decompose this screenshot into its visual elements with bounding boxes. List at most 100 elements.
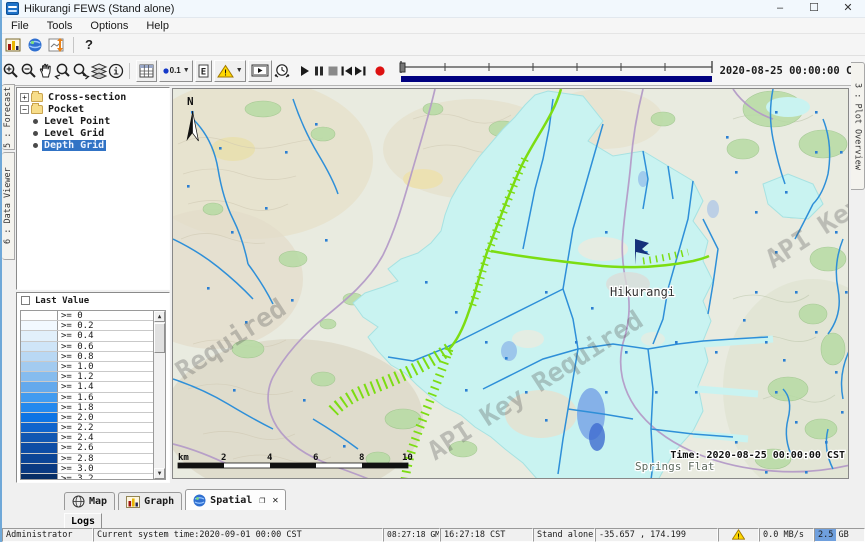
tab-plot-overview[interactable]: 3 : Plot Overview bbox=[851, 62, 865, 190]
stop-button[interactable] bbox=[326, 61, 340, 81]
timeline-date: 2020-08-25 00:00:00 CST bbox=[720, 65, 865, 77]
tree-node-level-grid[interactable]: Level Grid bbox=[19, 127, 169, 139]
chevron-down-icon: ▼ bbox=[236, 67, 243, 74]
warning-icon: ! bbox=[732, 529, 745, 540]
status-bar: Administrator Current system time:2020-0… bbox=[2, 528, 865, 542]
status-warning-cell[interactable]: ! bbox=[718, 528, 759, 542]
bullet-icon bbox=[33, 131, 38, 136]
menu-tools[interactable]: Tools bbox=[38, 20, 82, 32]
point-size-value: 0.1 bbox=[170, 66, 181, 75]
maximize-button[interactable]: ☐ bbox=[797, 0, 831, 17]
collapse-icon[interactable]: − bbox=[20, 105, 29, 114]
menu-file[interactable]: File bbox=[2, 20, 38, 32]
title-bar: Hikurangi FEWS (Stand alone) – ☐ ✕ bbox=[2, 0, 865, 18]
map-toolbar: i 0.1 ▼ E ! ▼ bbox=[2, 56, 865, 86]
globe-icon bbox=[193, 494, 206, 507]
timeline-period-bar bbox=[401, 76, 712, 82]
record-button[interactable] bbox=[373, 61, 387, 81]
legend-row: >= 2.6 bbox=[21, 443, 153, 453]
tab-maximize-icon[interactable]: ❐ bbox=[259, 495, 265, 506]
svg-text:6: 6 bbox=[313, 453, 318, 463]
tree-node-cross-section[interactable]: + Cross-section bbox=[19, 91, 169, 103]
tree-node-depth-grid[interactable]: Depth Grid bbox=[19, 139, 169, 151]
scroll-thumb[interactable] bbox=[154, 323, 165, 353]
legend-row: >= 0.4 bbox=[21, 331, 153, 341]
legend-row: >= 3.2 bbox=[21, 474, 153, 480]
legend-row: >= 2.8 bbox=[21, 454, 153, 464]
status-download-speed: 0.0 MB/s bbox=[759, 528, 814, 542]
tab-data-viewer[interactable]: 6 : Data Viewer bbox=[2, 152, 15, 260]
bullet-icon bbox=[33, 143, 38, 148]
play-button[interactable] bbox=[299, 61, 313, 81]
tab-forecast[interactable]: 5 : Forecast bbox=[2, 84, 15, 150]
layers-icon[interactable] bbox=[90, 61, 108, 81]
status-memory: 2.5 GB bbox=[814, 528, 865, 542]
zoom-next-icon[interactable] bbox=[72, 61, 90, 81]
tab-close-icon[interactable]: ✕ bbox=[272, 495, 278, 506]
last-value-label: Last Value bbox=[35, 296, 89, 306]
zoom-in-icon[interactable] bbox=[2, 61, 20, 81]
legend-row: >= 0.8 bbox=[21, 352, 153, 362]
window-title: Hikurangi FEWS (Stand alone) bbox=[24, 3, 174, 15]
label-toggle-button[interactable]: E bbox=[195, 60, 212, 82]
app-icon bbox=[6, 2, 19, 15]
label-hikurangi: Hikurangi bbox=[610, 285, 675, 299]
legend-row: >= 1.4 bbox=[21, 382, 153, 392]
pan-hand-icon[interactable] bbox=[38, 61, 54, 81]
svg-text:E: E bbox=[200, 67, 205, 77]
svg-text:N: N bbox=[187, 95, 194, 108]
scroll-up-icon[interactable]: ▲ bbox=[154, 311, 165, 322]
status-coordinates: -35.657 , 174.199 bbox=[595, 528, 718, 542]
timeline-slider[interactable] bbox=[399, 58, 714, 84]
step-backward-button[interactable] bbox=[340, 61, 354, 81]
legend-row: >= 1.8 bbox=[21, 403, 153, 413]
legend-panel: Last Value >= 0 >= 0.2 >= 0.4 >= 0.6 >= … bbox=[16, 292, 170, 483]
svg-text:8: 8 bbox=[359, 453, 364, 463]
svg-text:10: 10 bbox=[402, 453, 413, 463]
database-icon[interactable] bbox=[2, 35, 24, 55]
zoom-out-icon[interactable] bbox=[20, 61, 38, 81]
pause-button[interactable] bbox=[312, 61, 326, 81]
minimize-button[interactable]: – bbox=[763, 0, 797, 17]
last-value-checkbox[interactable] bbox=[21, 296, 30, 305]
svg-text:i: i bbox=[113, 66, 119, 77]
grid-display-button[interactable] bbox=[136, 60, 157, 82]
menu-options[interactable]: Options bbox=[81, 20, 137, 32]
legend-row: >= 1.6 bbox=[21, 393, 153, 403]
status-user: Administrator bbox=[2, 528, 93, 542]
map-canvas[interactable]: API Key Required API Key Required API Ke… bbox=[172, 88, 849, 479]
expand-icon[interactable]: + bbox=[20, 93, 29, 102]
point-size-dropdown[interactable]: 0.1 ▼ bbox=[159, 60, 193, 82]
zoom-previous-icon[interactable] bbox=[54, 61, 72, 81]
scroll-down-icon[interactable]: ▼ bbox=[154, 468, 165, 479]
menu-bar: File Tools Options Help bbox=[2, 18, 865, 34]
tab-spatial[interactable]: Spatial ❐ ✕ bbox=[185, 489, 286, 510]
legend-scrollbar[interactable]: ▲ ▼ bbox=[153, 311, 165, 479]
status-gmt-time: 08:27:18 GMT bbox=[383, 528, 440, 542]
timeline-handle[interactable] bbox=[400, 63, 405, 72]
tree-node-pocket[interactable]: − Pocket bbox=[19, 103, 169, 115]
tab-graph[interactable]: Graph bbox=[118, 492, 182, 510]
step-forward-button[interactable] bbox=[353, 61, 367, 81]
movie-player-button[interactable] bbox=[248, 60, 272, 82]
svg-text:!: ! bbox=[223, 68, 228, 77]
globe-icon[interactable] bbox=[24, 35, 46, 55]
info-icon[interactable]: i bbox=[108, 61, 124, 81]
tab-map[interactable]: Map bbox=[64, 492, 115, 510]
tree-node-level-point[interactable]: Level Point bbox=[19, 115, 169, 127]
legend-row: >= 0.2 bbox=[21, 321, 153, 331]
warning-dropdown-button[interactable]: ! ▼ bbox=[214, 60, 246, 82]
svg-text:!: ! bbox=[736, 532, 740, 540]
timeseries-dialog-icon[interactable] bbox=[46, 35, 68, 55]
bullet-icon bbox=[33, 119, 38, 124]
legend-row: >= 2.2 bbox=[21, 423, 153, 433]
app-window: Hikurangi FEWS (Stand alone) – ☐ ✕ File … bbox=[0, 0, 865, 542]
close-button[interactable]: ✕ bbox=[831, 0, 865, 17]
legend-list: >= 0 >= 0.2 >= 0.4 >= 0.6 >= 0.8 >= 1.0 … bbox=[20, 310, 166, 480]
menu-help[interactable]: Help bbox=[137, 20, 178, 32]
animation-settings-icon[interactable] bbox=[273, 61, 291, 81]
help-icon[interactable]: ? bbox=[79, 37, 99, 52]
map-time-label: Time: 2020-08-25 00:00:00 CST bbox=[670, 449, 845, 461]
bottom-tab-bar: Map Graph Spatial ❐ ✕ bbox=[2, 489, 865, 510]
legend-row: >= 2.0 bbox=[21, 413, 153, 423]
